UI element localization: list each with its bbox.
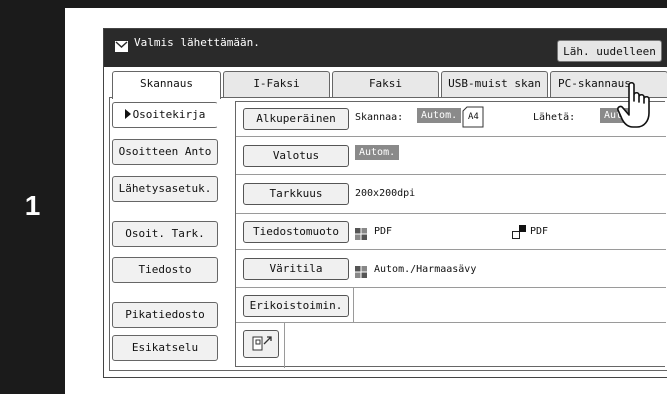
settings-area: Alkuperäinen Skannaa: Autom. A4 Lähetä: … xyxy=(235,101,666,368)
column-divider xyxy=(284,323,285,368)
touch-panel-screen: Valmis lähettämään. Läh. uudelleen Skann… xyxy=(103,28,667,378)
sidebar-address-review[interactable]: Osoit. Tark. xyxy=(112,221,218,247)
pointing-hand-icon xyxy=(617,81,663,135)
resolution-button[interactable]: Tarkkuus xyxy=(243,183,349,205)
column-divider xyxy=(353,288,354,322)
resolution-value: 200x200dpi xyxy=(355,188,416,199)
sidebar-address-entry[interactable]: Osoitteen Anto xyxy=(112,139,218,165)
send-label: Lähetä: xyxy=(533,112,576,123)
row-divider xyxy=(236,287,666,288)
envelope-icon xyxy=(115,37,128,56)
step-column: 1 xyxy=(0,0,65,394)
file-format-button[interactable]: Tiedostomuoto xyxy=(243,221,349,243)
sidebar-address-book[interactable]: Osoitekirja xyxy=(112,102,218,128)
mono-mode-icon xyxy=(512,224,526,243)
tab-fax[interactable]: Faksi xyxy=(332,71,439,97)
paper-size: A4 xyxy=(468,112,479,122)
mode-tabs: Skannaus I-Faksi Faksi USB-muist skan PC… xyxy=(112,71,667,99)
row-divider xyxy=(236,174,666,175)
status-message: Valmis lähettämään. xyxy=(134,36,260,49)
sidebar-preview[interactable]: Esikatselu xyxy=(112,335,218,361)
sidebar-send-settings[interactable]: Lähetysasetuk. xyxy=(112,176,218,202)
top-strip xyxy=(65,0,667,8)
row-divider xyxy=(236,136,666,137)
special-modes-button[interactable]: Erikoistoimin. xyxy=(243,295,349,317)
row-divider xyxy=(236,322,666,323)
tab-usb-scan[interactable]: USB-muist skan xyxy=(441,71,548,97)
triangle-right-icon xyxy=(124,109,131,119)
tab-scan[interactable]: Skannaus xyxy=(112,71,221,99)
sidebar-quick-file[interactable]: Pikatiedosto xyxy=(112,302,218,328)
color-mode-grid-icon xyxy=(355,225,367,244)
scan-panel: Osoitekirja Osoitteen Anto Lähetysasetuk… xyxy=(109,97,667,371)
file-format-color: PDF xyxy=(374,226,393,237)
preview-icon-button[interactable] xyxy=(243,330,279,358)
color-mode-button[interactable]: Väritila xyxy=(243,258,349,280)
row-divider xyxy=(236,249,666,250)
resend-button[interactable]: Läh. uudelleen xyxy=(557,40,662,62)
step-number: 1 xyxy=(24,190,41,221)
original-button[interactable]: Alkuperäinen xyxy=(243,108,349,130)
color-mode-value: Autom./Harmaasävy xyxy=(374,264,477,275)
scan-label: Skannaa: xyxy=(355,112,404,123)
color-mode-grid-icon xyxy=(355,263,367,282)
exposure-value: Autom. xyxy=(355,145,400,160)
row-divider xyxy=(236,213,666,214)
sidebar-label: Osoitekirja xyxy=(132,108,206,121)
sidebar-file[interactable]: Tiedosto xyxy=(112,257,218,283)
document-preview-icon xyxy=(252,335,272,357)
exposure-button[interactable]: Valotus xyxy=(243,145,349,167)
tab-internet-fax[interactable]: I-Faksi xyxy=(223,71,330,97)
scan-value: Autom. xyxy=(417,108,462,123)
file-format-mono: PDF xyxy=(530,226,549,237)
status-bar: Valmis lähettämään. Läh. uudelleen xyxy=(104,29,667,67)
